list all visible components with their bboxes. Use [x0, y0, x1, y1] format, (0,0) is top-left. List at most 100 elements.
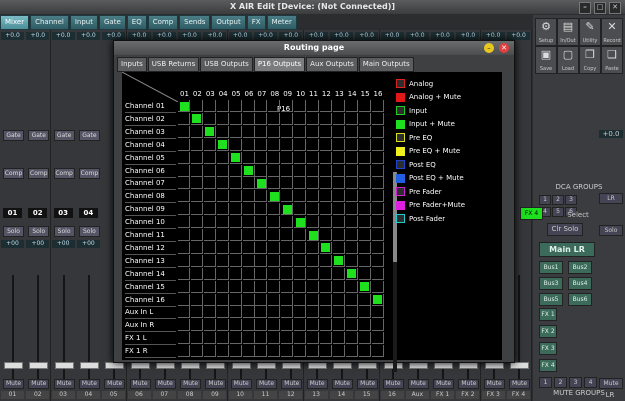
matrix-cell[interactable] [229, 125, 242, 138]
matrix-cell[interactable] [190, 229, 203, 241]
tool-inout[interactable]: ▤ In/Out [557, 18, 579, 46]
matrix-cell[interactable] [229, 306, 242, 319]
matrix-cell[interactable] [268, 216, 281, 229]
matrix-cell[interactable] [281, 100, 294, 112]
bus-button-6[interactable]: Bus6 [568, 293, 592, 306]
matrix-cell[interactable] [216, 267, 229, 280]
matrix-cell[interactable] [332, 241, 345, 254]
matrix-cell[interactable] [190, 100, 203, 112]
fader-knob[interactable] [54, 362, 74, 369]
matrix-cell[interactable] [358, 138, 371, 151]
matrix-cell[interactable] [178, 177, 190, 190]
matrix-cell[interactable] [229, 293, 242, 306]
matrix-cell[interactable] [294, 138, 307, 151]
matrix-cell[interactable] [268, 229, 281, 241]
matrix-cell[interactable] [358, 190, 371, 203]
matrix-cell[interactable] [358, 293, 371, 306]
mute-button[interactable]: Mute [458, 379, 480, 389]
matrix-cell[interactable] [178, 164, 190, 177]
matrix-cell[interactable] [307, 319, 319, 332]
matrix-cell[interactable] [229, 138, 242, 151]
tool-setup[interactable]: ⚙ Setup [535, 18, 557, 46]
matrix-cell[interactable] [203, 190, 216, 203]
matrix-cell[interactable] [294, 177, 307, 190]
tab-eq[interactable]: EQ [126, 15, 147, 30]
matrix-cell[interactable] [242, 203, 255, 216]
matrix-cell[interactable] [242, 267, 255, 280]
matrix-cell[interactable] [371, 112, 384, 125]
mute-button[interactable]: Mute [104, 379, 126, 389]
matrix-cell[interactable] [307, 267, 319, 280]
mute-button[interactable]: Mute [483, 379, 505, 389]
routing-tab-aux-outputs[interactable]: Aux Outputs [306, 57, 358, 72]
matrix-cell[interactable] [190, 319, 203, 332]
matrix-cell[interactable] [216, 332, 229, 345]
matrix-cell[interactable] [319, 254, 332, 267]
matrix-cell[interactable] [242, 306, 255, 319]
matrix-cell[interactable] [268, 203, 281, 216]
tab-input[interactable]: Input [69, 15, 98, 30]
matrix-cell[interactable] [332, 293, 345, 306]
matrix-cell[interactable] [255, 203, 268, 216]
matrix-cell[interactable] [242, 293, 255, 306]
route-on-indicator[interactable] [192, 114, 202, 124]
matrix-cell[interactable] [294, 319, 307, 332]
matrix-cell[interactable] [229, 216, 242, 229]
matrix-cell[interactable] [203, 229, 216, 241]
matrix-cell[interactable] [242, 254, 255, 267]
matrix-cell[interactable] [229, 332, 242, 345]
matrix-cell[interactable] [345, 332, 358, 345]
matrix-cell[interactable] [294, 332, 307, 345]
matrix-cell[interactable] [203, 345, 216, 358]
mute-button[interactable]: Mute [230, 379, 252, 389]
matrix-cell[interactable] [281, 125, 294, 138]
matrix-cell[interactable] [229, 267, 242, 280]
matrix-cell[interactable] [255, 332, 268, 345]
matrix-cell[interactable] [190, 345, 203, 358]
matrix-cell[interactable] [294, 164, 307, 177]
matrix-cell[interactable] [319, 293, 332, 306]
matrix-cell[interactable] [255, 164, 268, 177]
matrix-cell[interactable] [216, 241, 229, 254]
matrix-cell[interactable] [358, 254, 371, 267]
matrix-cell[interactable] [255, 151, 268, 164]
matrix-cell[interactable] [371, 332, 384, 345]
matrix-cell[interactable] [332, 267, 345, 280]
bus-button-3[interactable]: Bus3 [539, 277, 563, 290]
matrix-cell[interactable] [281, 190, 294, 203]
matrix-cell[interactable] [216, 151, 229, 164]
comp-button[interactable]: Comp [3, 168, 24, 179]
matrix-cell[interactable] [242, 138, 255, 151]
matrix-cell[interactable] [190, 241, 203, 254]
routing-tab-main-outputs[interactable]: Main Outputs [358, 57, 414, 72]
matrix-cell[interactable] [307, 254, 319, 267]
mute-button[interactable]: Mute [509, 379, 530, 389]
route-on-indicator[interactable] [256, 178, 266, 188]
matrix-cell[interactable] [178, 280, 190, 293]
matrix-cell[interactable] [268, 125, 281, 138]
matrix-cell[interactable] [178, 254, 190, 267]
routing-tab-usb-returns[interactable]: USB Returns [147, 57, 200, 72]
matrix-cell[interactable] [294, 125, 307, 138]
matrix-cell[interactable] [319, 177, 332, 190]
matrix-cell[interactable] [178, 216, 190, 229]
matrix-cell[interactable] [255, 138, 268, 151]
matrix-cell[interactable] [358, 125, 371, 138]
fader-knob[interactable] [155, 362, 175, 369]
matrix-cell[interactable] [294, 345, 307, 358]
matrix-cell[interactable] [203, 100, 216, 112]
matrix-cell[interactable] [229, 190, 242, 203]
mute-button[interactable]: Mute [205, 379, 227, 389]
matrix-cell[interactable] [371, 241, 384, 254]
route-on-indicator[interactable] [308, 230, 318, 240]
matrix-cell[interactable] [371, 254, 384, 267]
matrix-cell[interactable] [294, 293, 307, 306]
matrix-cell[interactable] [229, 280, 242, 293]
tool-save[interactable]: ▣ Save [535, 46, 557, 74]
matrix-cell[interactable] [332, 203, 345, 216]
fx-bus-button-1[interactable]: FX 1 [539, 308, 557, 321]
matrix-cell[interactable] [307, 203, 319, 216]
matrix-cell[interactable] [255, 267, 268, 280]
matrix-cell[interactable] [190, 164, 203, 177]
matrix-cell[interactable] [281, 254, 294, 267]
